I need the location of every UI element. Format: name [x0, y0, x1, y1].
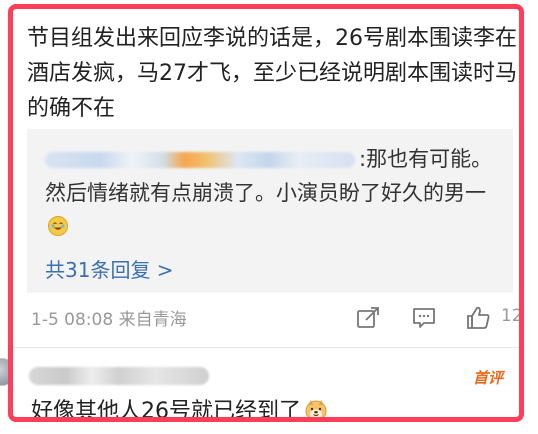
laugh-cry-emoji-icon [47, 215, 69, 237]
blurred-username [29, 367, 209, 385]
reply-preview[interactable]: :那也有可能。然后情绪就有点崩溃了。小演员盼了好久的男一 共31条回复 > [27, 129, 513, 293]
like-count: 125 [501, 306, 523, 326]
see-all-replies-link[interactable]: 共31条回复 > [45, 254, 174, 283]
comment-card: 首评 好像其他人26号就已经到了 [13, 347, 519, 422]
blurred-username [45, 152, 355, 168]
comment-card: 节目组发出来回应李说的话是，26号剧本围读李在酒店发疯，马27才飞，至少已经说明… [13, 9, 519, 351]
comment-meta: 1-5 08:08 来自青海 [31, 310, 187, 330]
comment-text: 好像其他人26号就已经到了 [31, 397, 329, 422]
dog-emoji-icon [303, 397, 329, 417]
comment-text: 节目组发出来回应李说的话是，26号剧本围读李在酒店发疯，马27才飞，至少已经说明… [27, 26, 517, 121]
share-icon[interactable] [351, 301, 385, 335]
highlight-frame: 节目组发出来回应李说的话是，26号剧本围读李在酒店发疯，马27才飞，至少已经说明… [8, 4, 524, 422]
comment-icon[interactable] [407, 301, 441, 335]
like-icon[interactable] [461, 301, 495, 335]
reply-line: :那也有可能。然后情绪就有点崩溃了。小演员盼了好久的男一 [45, 142, 495, 244]
comment-actions: 125 [335, 301, 523, 335]
comment-body: 好像其他人26号就已经到了 [31, 399, 301, 422]
first-comment-badge: 首评 [472, 369, 503, 387]
